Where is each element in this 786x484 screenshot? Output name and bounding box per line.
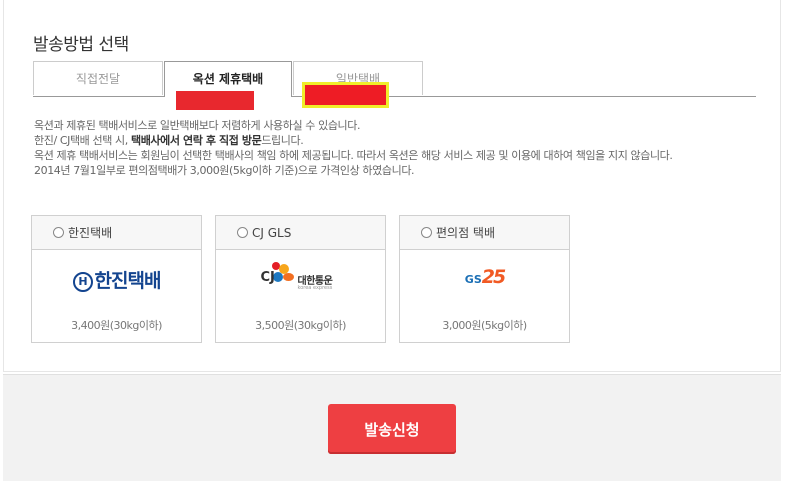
cj-logo: CJ 대한통운 korea express — [216, 260, 385, 298]
carrier-option-hanjin[interactable]: 한진택배 H 한진택배 3,400원(30kg이하) — [31, 215, 202, 343]
cj-logo-dot-icon — [282, 273, 294, 281]
carrier-option-header: 편의점 택배 — [400, 216, 569, 250]
carrier-name: 한진택배 — [68, 226, 113, 240]
desc-line-4: 2014년 7월1일부로 편의점택배가 3,000원(5kg이하 기준)으로 가… — [34, 164, 415, 177]
submit-shipping-button[interactable]: 발송신청 — [328, 404, 456, 454]
carrier-name: CJ GLS — [252, 226, 292, 240]
carrier-name: 편의점 택배 — [436, 226, 496, 240]
carrier-option-cj[interactable]: CJ GLS CJ 대한통운 korea express 3,500원(30kg… — [215, 215, 386, 343]
radio-convenience-store[interactable] — [421, 227, 432, 238]
carrier-price: 3,500원(30kg이하) — [255, 319, 346, 332]
footer-bar: 발송신청 — [3, 374, 781, 481]
carrier-option-header: 한진택배 — [32, 216, 201, 250]
redaction-mark — [176, 91, 254, 110]
carrier-option-header: CJ GLS — [216, 216, 385, 250]
radio-hanjin[interactable] — [53, 227, 64, 238]
desc-line-1: 옥션과 제휴된 택배서비스로 일반택배보다 저렴하게 사용하실 수 있습니다. — [34, 119, 361, 132]
radio-cj[interactable] — [237, 227, 248, 238]
carrier-price: 3,400원(30kg이하) — [71, 319, 162, 332]
section-title: 발송방법 선택 — [33, 35, 129, 55]
hanjin-mark-icon: H — [72, 272, 93, 292]
carrier-option-convenience-store[interactable]: 편의점 택배 GS25 3,000원(5kg이하) — [399, 215, 570, 343]
shipping-tabs: 직접전달 옥션 제휴택배 일반택배 — [33, 61, 756, 97]
tab-direct-delivery[interactable]: 직접전달 — [33, 61, 163, 95]
carrier-price: 3,000원(5kg이하) — [442, 319, 527, 332]
hanjin-logo: H 한진택배 — [32, 266, 201, 293]
shipping-description: 옥션과 제휴된 택배서비스로 일반택배보다 저렴하게 사용하실 수 있습니다. … — [34, 118, 764, 178]
shipping-method-panel: 발송방법 선택 직접전달 옥션 제휴택배 일반택배 옥션과 제휴된 택배서비스로… — [3, 0, 781, 372]
desc-line-3: 옥션 제휴 택배서비스는 회원님이 선택한 택배사의 책임 하에 제공됩니다. … — [34, 149, 673, 162]
redaction-mark-highlighted — [305, 85, 386, 105]
desc-emphasis: 택배사에서 연락 후 직접 방문 — [130, 134, 262, 147]
gs25-logo: GS25 — [464, 266, 506, 288]
desc-line-2: 한진/ CJ택배 선택 시, 택배사에서 연락 후 직접 방문드립니다. — [34, 134, 304, 147]
